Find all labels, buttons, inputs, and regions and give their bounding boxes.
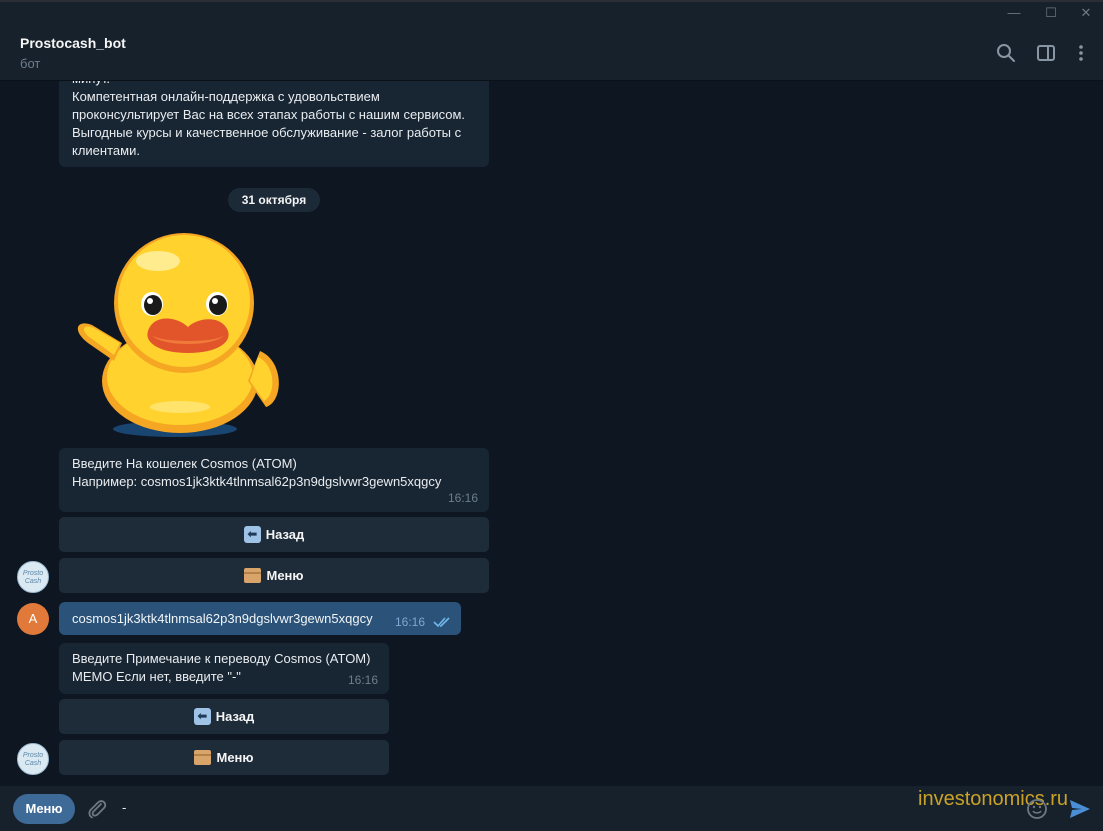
bot-menu-button[interactable]: Меню: [13, 794, 75, 824]
back-button-label: Назад: [265, 527, 305, 542]
box-icon: [194, 750, 212, 765]
emoji-icon[interactable]: [1026, 798, 1048, 820]
search-icon[interactable]: [995, 42, 1017, 64]
menu-button-label: Меню: [266, 568, 304, 583]
intro-message: минут. Компетентная онлайн-поддержка с у…: [59, 81, 489, 167]
chat-title[interactable]: Prostocash_bot: [20, 35, 126, 51]
menu-button-label: Меню: [216, 750, 254, 765]
close-button[interactable]: ✕: [1076, 5, 1096, 21]
user-message-text: cosmos1jk3ktk4tlnmsal62p3n9dgslvwr3gewn5…: [72, 611, 373, 626]
message-time: 16:16: [347, 673, 378, 687]
bot-avatar-logo: Prosto Cash: [22, 570, 44, 585]
user-message: cosmos1jk3ktk4tlnmsal62p3n9dgslvwr3gewn5…: [59, 602, 461, 635]
user-avatar[interactable]: A: [17, 603, 49, 635]
attach-icon[interactable]: [86, 798, 108, 820]
memo-prompt-message: Введите Примечание к переводу Cosmos (AT…: [59, 643, 389, 694]
intro-message-text: минут. Компетентная онлайн-поддержка с у…: [72, 81, 466, 158]
chat-history[interactable]: минут. Компетентная онлайн-поддержка с у…: [0, 81, 1103, 786]
back-arrow-icon: ⬅: [193, 708, 211, 725]
back-button[interactable]: ⬅ Назад: [59, 699, 389, 734]
wallet-prompt-text: Введите На кошелек Cosmos (ATOM) Наприме…: [72, 456, 442, 489]
wallet-prompt-message: Введите На кошелек Cosmos (ATOM) Наприме…: [59, 448, 489, 512]
date-separator: 31 октября: [228, 188, 320, 212]
window-titlebar: — ☐ ✕: [0, 0, 1103, 26]
message-input[interactable]: -: [122, 800, 126, 815]
back-button-label: Назад: [215, 709, 255, 724]
send-icon[interactable]: [1068, 797, 1092, 821]
duck-sticker[interactable]: [70, 231, 290, 441]
menu-button[interactable]: Меню: [59, 740, 389, 775]
read-checkmarks-icon: [433, 617, 450, 628]
back-arrow-icon: ⬅: [243, 526, 261, 543]
message-composer: Меню - investonomics.ru: [0, 786, 1103, 831]
chat-header: Prostocash_bot бот: [0, 26, 1103, 81]
box-icon: [244, 568, 262, 583]
titlebar-border: [0, 0, 1103, 2]
user-message-time: 16:16: [395, 615, 426, 629]
menu-button[interactable]: Меню: [59, 558, 489, 593]
back-button[interactable]: ⬅ Назад: [59, 517, 489, 552]
chat-subtitle: бот: [20, 56, 41, 71]
bot-avatar-logo: Prosto Cash: [22, 752, 44, 767]
more-options-icon[interactable]: [1070, 42, 1092, 64]
sidebar-toggle-icon[interactable]: [1035, 42, 1057, 64]
message-time: 16:16: [447, 491, 478, 505]
memo-prompt-text: Введите Примечание к переводу Cosmos (AT…: [72, 651, 371, 684]
bot-avatar[interactable]: Prosto Cash: [17, 743, 49, 775]
maximize-button[interactable]: ☐: [1041, 5, 1061, 21]
minimize-button[interactable]: —: [1004, 5, 1024, 21]
bot-avatar[interactable]: Prosto Cash: [17, 561, 49, 593]
